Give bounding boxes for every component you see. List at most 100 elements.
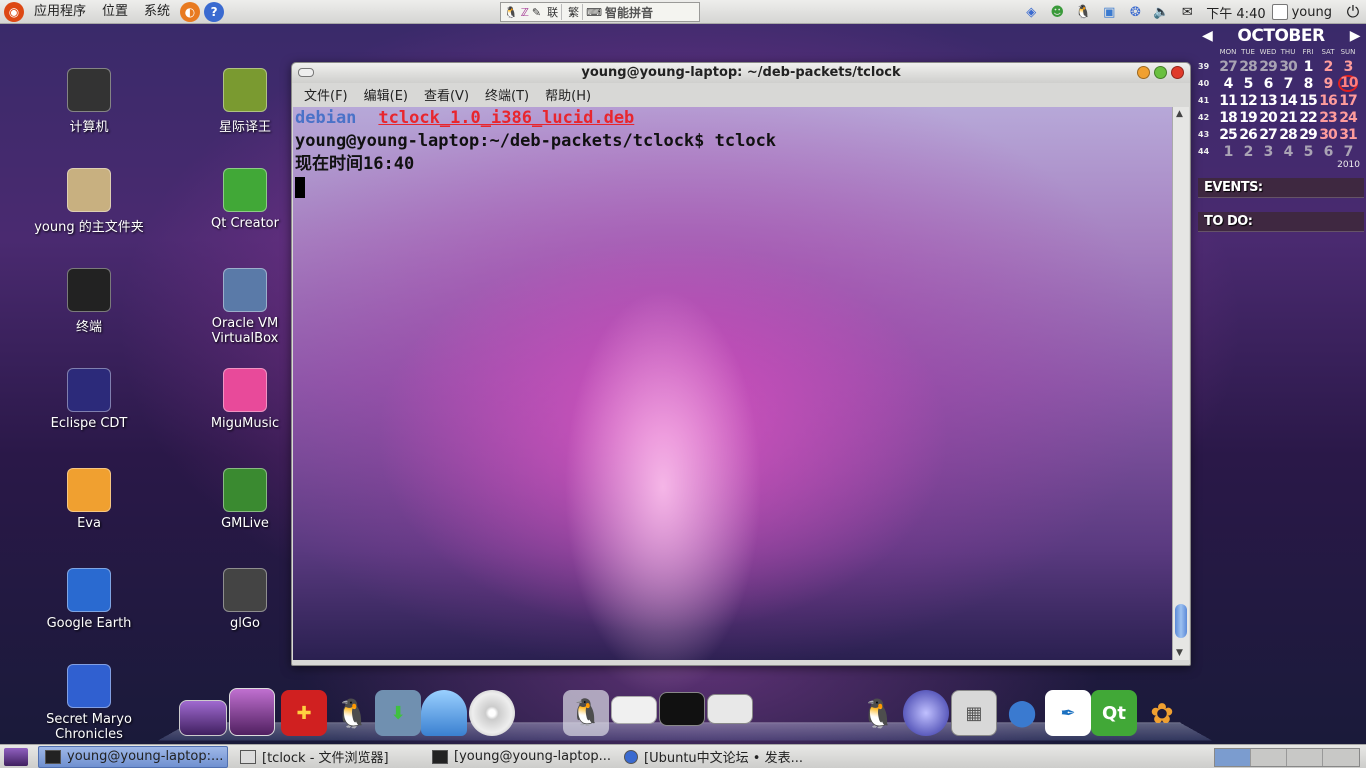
messenger-icon[interactable]: ☻: [1046, 1, 1068, 23]
dock-penguin-icon[interactable]: 🐧: [855, 690, 901, 736]
calendar-day[interactable]: 3: [1338, 59, 1358, 75]
calendar-day[interactable]: 6: [1258, 76, 1278, 92]
desktop-icon-eva[interactable]: Eva: [24, 468, 154, 531]
calendar-day[interactable]: 26: [1238, 127, 1258, 143]
calendar-day[interactable]: 18: [1218, 110, 1238, 126]
calendar-day[interactable]: 20: [1258, 110, 1278, 126]
terminal-scrollbar[interactable]: ▲ ▼: [1172, 107, 1189, 660]
calendar-day[interactable]: 6: [1318, 144, 1338, 160]
calendar-day[interactable]: 29: [1258, 59, 1278, 75]
screenshot-icon[interactable]: ▣: [1098, 1, 1120, 23]
calendar-day[interactable]: 30: [1278, 59, 1298, 75]
menu-system[interactable]: 系统: [136, 0, 178, 24]
keyboard-icon[interactable]: ⌨: [586, 6, 602, 19]
window-menu-icon[interactable]: [298, 68, 314, 77]
workspace-4[interactable]: [1323, 749, 1359, 766]
calendar-day[interactable]: 15: [1298, 93, 1318, 109]
calendar-day[interactable]: 1: [1298, 59, 1318, 75]
calendar-day[interactable]: 5: [1238, 76, 1258, 92]
calendar-day[interactable]: 21: [1278, 110, 1298, 126]
workspace-1[interactable]: [1215, 749, 1251, 766]
calendar-day[interactable]: 7: [1278, 76, 1298, 92]
qq-icon[interactable]: 🐧: [1072, 1, 1094, 23]
help-icon[interactable]: ?: [204, 1, 225, 22]
ime-punct-icon[interactable]: ✎: [532, 6, 541, 19]
ime-assoc-button[interactable]: 联: [544, 4, 563, 20]
events-section[interactable]: EVENTS:: [1198, 178, 1364, 198]
menu-terminal[interactable]: 终端(T): [477, 85, 537, 104]
mail-icon[interactable]: ✉: [1176, 1, 1198, 23]
calendar-day[interactable]: 27: [1258, 127, 1278, 143]
clock[interactable]: 下午 4:40: [1206, 3, 1265, 22]
desktop-icon-computer[interactable]: 计算机: [24, 68, 154, 135]
calendar-day[interactable]: 14: [1278, 93, 1298, 109]
desktop-icon-google-earth[interactable]: Google Earth: [24, 568, 154, 631]
terminal-titlebar[interactable]: young@young-laptop: ~/deb-packets/tclock: [292, 63, 1190, 83]
dock-tux-icon[interactable]: 🐧: [563, 690, 609, 736]
calendar-day[interactable]: 4: [1278, 144, 1298, 160]
calendar-day[interactable]: 30: [1318, 127, 1338, 143]
taskbar-button[interactable]: [young@young-laptop...: [426, 746, 612, 768]
show-desktop-icon[interactable]: [4, 747, 28, 766]
maximize-icon[interactable]: [1154, 66, 1167, 79]
dock-browser-window-icon[interactable]: [707, 694, 753, 724]
calendar-day[interactable]: 2: [1238, 144, 1258, 160]
workspace-switcher[interactable]: [1214, 748, 1360, 767]
dock-workspace-switcher-icon[interactable]: [229, 688, 275, 736]
taskbar-button[interactable]: young@young-laptop:...: [38, 745, 228, 768]
dock-terminal-window-icon[interactable]: [659, 692, 705, 726]
dock-desktop-preview-icon[interactable]: [179, 700, 227, 736]
calendar-day[interactable]: 25: [1218, 127, 1238, 143]
menu-help[interactable]: 帮助(H): [537, 85, 599, 104]
power-icon[interactable]: ⏻: [1342, 1, 1364, 23]
desktop-icon-home-folder[interactable]: young 的主文件夹: [24, 168, 154, 235]
ime-toolbar[interactable]: 🐧 ℤ ✎ 联 繁 ⌨ 智能拼音: [500, 2, 700, 22]
calendar-day[interactable]: 5: [1298, 144, 1318, 160]
calendar-day[interactable]: 19: [1238, 110, 1258, 126]
update-icon[interactable]: ❂: [1124, 1, 1146, 23]
close-icon[interactable]: [1171, 66, 1184, 79]
ime-trad-button[interactable]: 繁: [565, 4, 584, 20]
calendar-day[interactable]: 1: [1218, 144, 1238, 160]
calendar-day[interactable]: 4: [1218, 76, 1238, 92]
network-manager-icon[interactable]: ◈: [1020, 1, 1042, 23]
calendar-day[interactable]: 24: [1338, 110, 1358, 126]
calendar-day[interactable]: 28: [1278, 127, 1298, 143]
taskbar-button[interactable]: [tclock - 文件浏览器]: [234, 746, 420, 768]
menu-edit[interactable]: 编辑(E): [356, 85, 416, 104]
menu-view[interactable]: 查看(V): [416, 85, 477, 104]
firefox-icon[interactable]: ◐: [180, 1, 201, 22]
dock-pidgin-icon[interactable]: [903, 690, 949, 736]
desktop-icon-eclipse[interactable]: Eclispe CDT: [24, 368, 154, 431]
minimize-icon[interactable]: [1137, 66, 1150, 79]
workspace-3[interactable]: [1287, 749, 1323, 766]
calendar-day[interactable]: 29: [1298, 127, 1318, 143]
calendar-day[interactable]: 3: [1258, 144, 1278, 160]
calendar-day[interactable]: 17: [1338, 93, 1358, 109]
calendar-day[interactable]: 23: [1318, 110, 1338, 126]
scroll-up-icon[interactable]: ▲: [1176, 109, 1183, 119]
calendar-day[interactable]: 12: [1238, 93, 1258, 109]
ime-mode-icon[interactable]: ℤ: [521, 6, 529, 19]
dock-santa-penguin-icon[interactable]: 🐧: [329, 690, 375, 736]
calendar-day[interactable]: 31: [1338, 127, 1358, 143]
calendar-today[interactable]: 10: [1338, 75, 1358, 92]
penguin-icon[interactable]: 🐧: [504, 6, 518, 19]
menu-applications[interactable]: 应用程序: [26, 0, 94, 24]
prev-month-icon[interactable]: ◀: [1198, 28, 1216, 44]
terminal-window[interactable]: young@young-laptop: ~/deb-packets/tclock…: [291, 62, 1191, 666]
next-month-icon[interactable]: ▶: [1346, 28, 1364, 44]
dock-download-folder-icon[interactable]: ⬇: [375, 690, 421, 736]
ime-name[interactable]: 智能拼音: [605, 4, 653, 21]
dock-qt-icon[interactable]: Qt: [1091, 690, 1137, 736]
user-switcher[interactable]: young: [1271, 4, 1332, 20]
calendar-day[interactable]: 11: [1218, 93, 1238, 109]
dock-eva-icon[interactable]: ✿: [1139, 690, 1185, 736]
menu-file[interactable]: 文件(F): [296, 85, 356, 104]
volume-icon[interactable]: 🔈: [1150, 1, 1172, 23]
desktop-icon-terminal[interactable]: 终端: [24, 268, 154, 335]
menu-places[interactable]: 位置: [94, 0, 136, 24]
calendar-day[interactable]: 2: [1318, 59, 1338, 75]
dock-gift-icon[interactable]: ✚: [281, 690, 327, 736]
dock-footprints-icon[interactable]: ⬤: [999, 690, 1045, 736]
